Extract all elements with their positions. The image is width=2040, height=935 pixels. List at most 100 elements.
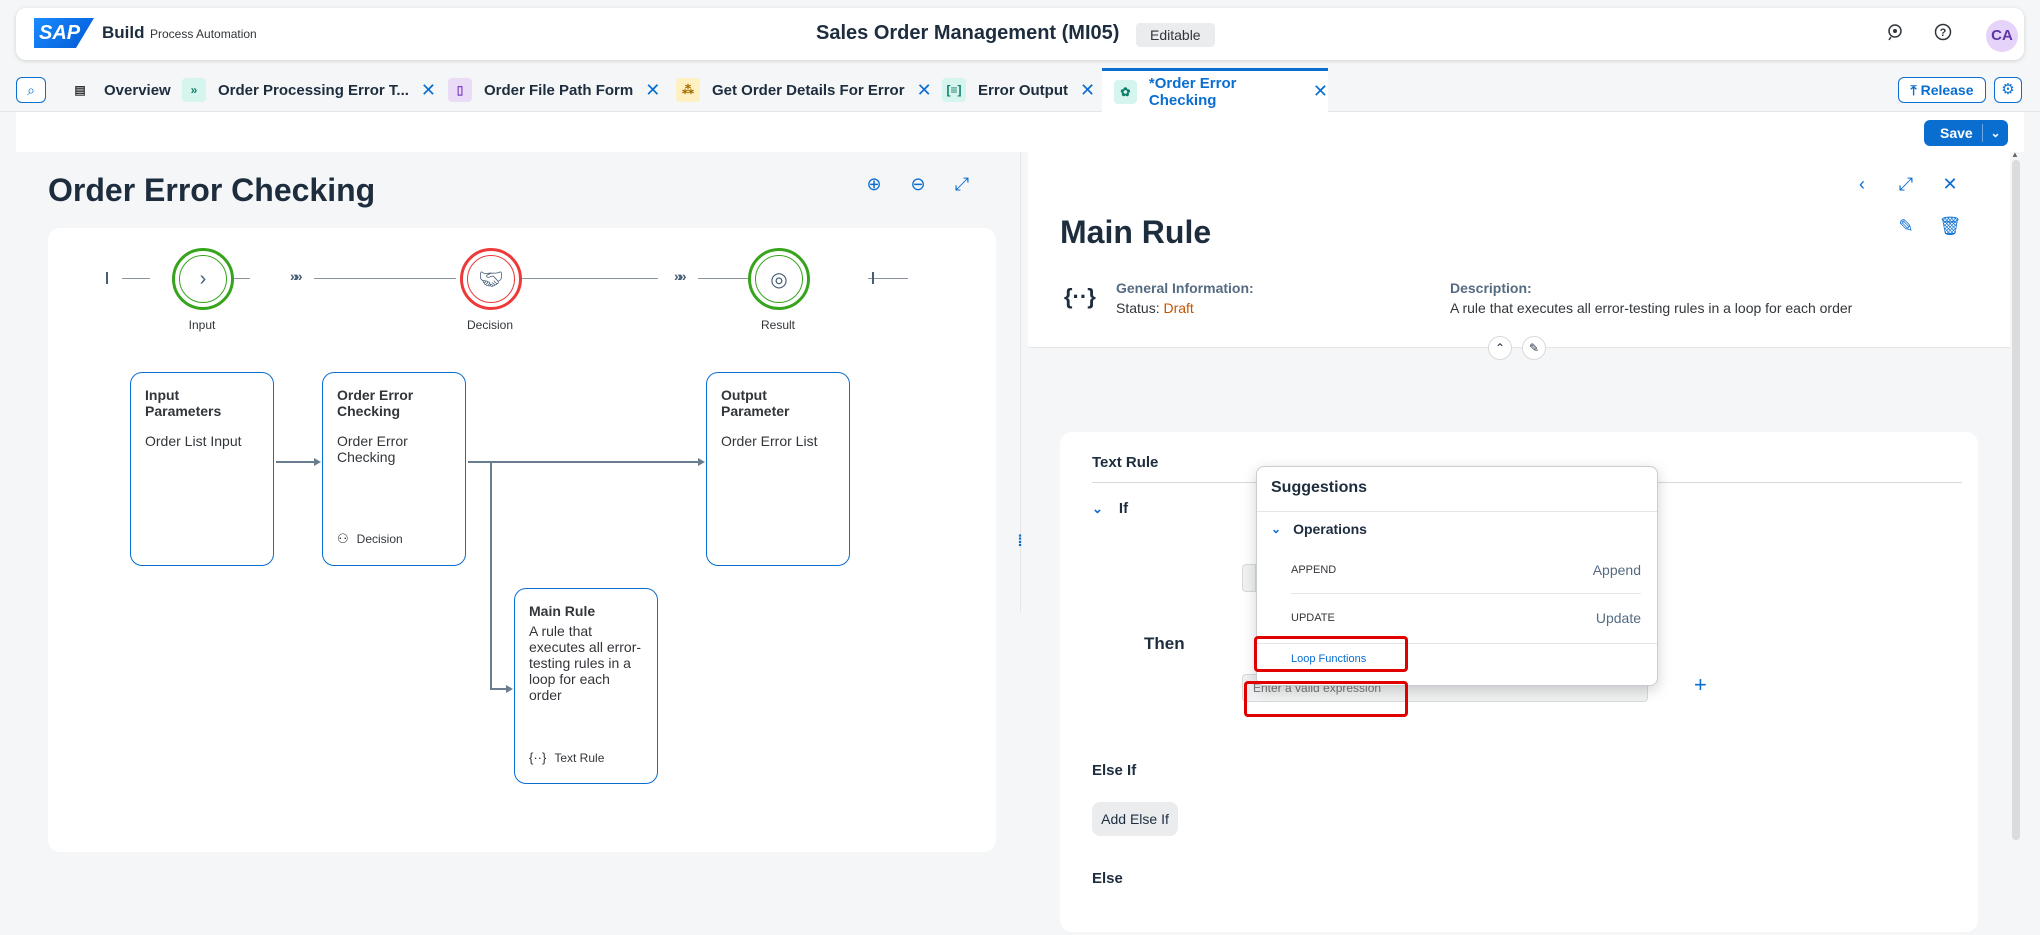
node-description: Order Error Checking <box>337 433 408 465</box>
overview-icon: ▤ <box>74 83 86 97</box>
step-connector <box>314 278 456 279</box>
else-label: Else <box>1092 870 1123 887</box>
zoom-out-icon[interactable]: ⊖ <box>906 172 930 196</box>
pin-icon[interactable]: ✎ <box>1522 336 1546 360</box>
result-step[interactable]: ◎ <box>748 248 810 310</box>
chevron-down-icon: ⌄ <box>1271 522 1282 536</box>
step-connector <box>868 278 908 279</box>
form-icon: ▯ <box>448 78 472 102</box>
fullscreen-icon[interactable]: ⤢ <box>1894 172 1918 196</box>
tab-label: Order Processing Error T... <box>218 81 409 99</box>
tab-label: Get Order Details For Error <box>712 81 905 99</box>
condition-input[interactable] <box>1242 564 1256 592</box>
save-label: Save <box>1940 125 1973 141</box>
if-label: If <box>1118 500 1129 517</box>
divider <box>1257 511 1657 512</box>
collapse-header-icon[interactable]: ⌃ <box>1488 336 1512 360</box>
close-icon[interactable]: ✕ <box>1938 172 1962 196</box>
suggestion-item-append[interactable]: APPEND Append <box>1291 547 1641 593</box>
end-tick <box>872 272 874 284</box>
connector <box>490 461 492 689</box>
node-title: Main Rule <box>529 603 596 619</box>
tab-overview[interactable]: ▤ Overview <box>68 68 171 112</box>
main-rule-node[interactable]: Main Rule A rule that executes all error… <box>514 588 658 784</box>
diagram-canvas: »» »» › Input 🤝︎ Decision ◎ Result Input… <box>48 228 996 852</box>
save-button[interactable]: Save ⌄ <box>1924 120 2008 146</box>
rule-title: Main Rule <box>1060 214 1212 250</box>
close-icon[interactable]: ✕ <box>917 80 932 101</box>
input-step[interactable]: › <box>172 248 234 310</box>
operations-group-toggle[interactable]: ⌄ Operations <box>1271 521 1367 537</box>
chevron-down-icon[interactable]: ⌄ <box>1982 124 2008 142</box>
close-icon[interactable]: ✕ <box>421 80 436 101</box>
output-parameter-node[interactable]: Output Parameter Order Error List <box>706 372 850 566</box>
node-type-label: Text Rule <box>554 750 605 765</box>
delete-icon[interactable]: 🗑︎ <box>1938 214 1962 238</box>
status-badge: Draft <box>1163 300 1194 316</box>
input-parameters-node[interactable]: Input Parameters Order List Input <box>130 372 274 566</box>
suggestion-item-update[interactable]: UPDATE Update <box>1291 595 1641 641</box>
tab-order-processing[interactable]: » Order Processing Error T... ✕ <box>182 68 436 112</box>
fit-screen-icon[interactable]: ⤢ <box>950 172 974 196</box>
node-type-label: Decision <box>356 532 403 546</box>
input-step-label: Input <box>188 318 216 332</box>
brand-subtitle: Process Automation <box>150 27 257 41</box>
page-title: Order Error Checking <box>48 172 376 208</box>
text-rule-icon: {··} <box>529 750 547 765</box>
node-title: Input Parameters <box>145 387 222 419</box>
status-text: Status: Draft <box>1116 300 1194 316</box>
step-connector <box>122 278 150 279</box>
settings-button[interactable]: ⚙ <box>1994 77 2022 103</box>
tab-label: Order File Path Form <box>484 81 634 99</box>
editor-tabs: ⌕ ▤ Overview » Order Processing Error T.… <box>0 68 2040 112</box>
tab-order-file-path-form[interactable]: ▯ Order File Path Form ✕ <box>448 68 660 112</box>
project-title: Sales Order Management (MI05) <box>816 22 1120 44</box>
add-else-if-button[interactable]: Add Else If <box>1092 802 1178 836</box>
svg-text:?: ? <box>1940 27 1947 39</box>
splitter-handle-icon[interactable]: ⁞ <box>1014 532 1026 552</box>
arrow-icon <box>698 458 705 466</box>
step-connector <box>518 278 658 279</box>
close-icon[interactable]: ✕ <box>1080 80 1095 101</box>
suggestion-code: UPDATE <box>1291 612 1335 624</box>
description-value: A rule that executes all error-testing r… <box>1450 300 1853 316</box>
search-tabs-icon[interactable]: ⌕ <box>16 77 46 103</box>
scrollbar[interactable] <box>2012 160 2020 840</box>
node-description: A rule that executes all error-testing r… <box>529 623 642 703</box>
text-rule-icon: {··} <box>1064 284 1096 309</box>
editable-badge: Editable <box>1136 23 1215 47</box>
zoom-in-icon[interactable]: ⊕ <box>862 172 886 196</box>
decision-step-label: Decision <box>466 318 514 332</box>
release-button[interactable]: ⤒ Release <box>1898 77 1986 103</box>
scroll-up-icon[interactable]: ▲ <box>2011 150 2019 159</box>
edit-icon[interactable]: ✎ <box>1894 214 1918 238</box>
add-icon[interactable]: + <box>1694 672 1707 698</box>
tab-order-error-checking[interactable]: ✿ *Order Error Checking ✕ <box>1102 68 1328 112</box>
tab-label: Overview <box>104 81 171 99</box>
gear-icon: ⚙ <box>2001 81 2015 98</box>
chevron-down-icon: ⌄ <box>1092 500 1103 516</box>
highlight-expression-input <box>1244 681 1408 717</box>
tab-error-output[interactable]: [≡] Error Output ✕ <box>942 68 1095 112</box>
decision-step[interactable]: 🤝︎ <box>460 248 522 310</box>
status-prefix: Status: <box>1116 300 1160 316</box>
chevron-left-icon[interactable]: ‹ <box>1850 172 1874 196</box>
automation-icon: ⁂ <box>676 78 700 102</box>
sap-logo[interactable]: SAP <box>34 18 94 48</box>
close-icon[interactable]: ✕ <box>1313 81 1328 102</box>
suggestion-code: APPEND <box>1291 564 1337 576</box>
if-section-toggle[interactable]: ⌄ If <box>1092 500 1128 517</box>
order-error-checking-node[interactable]: Order Error Checking Order Error Checkin… <box>322 372 466 566</box>
divider <box>1291 593 1641 594</box>
highlight-loop-functions <box>1254 636 1408 672</box>
avatar[interactable]: CA <box>1986 20 2018 52</box>
target-icon: ◎ <box>755 255 803 303</box>
close-icon[interactable]: ✕ <box>645 80 660 101</box>
tab-get-order-details[interactable]: ⁂ Get Order Details For Error ✕ <box>676 68 932 112</box>
tab-label: *Order Error Checking <box>1148 74 1237 109</box>
handshake-icon: 🤝︎ <box>467 255 515 303</box>
chevrons-icon: »» <box>290 268 302 284</box>
help-icon[interactable]: ? <box>1932 23 1954 45</box>
feedback-icon[interactable] <box>1884 23 1906 45</box>
start-tick <box>106 272 108 284</box>
